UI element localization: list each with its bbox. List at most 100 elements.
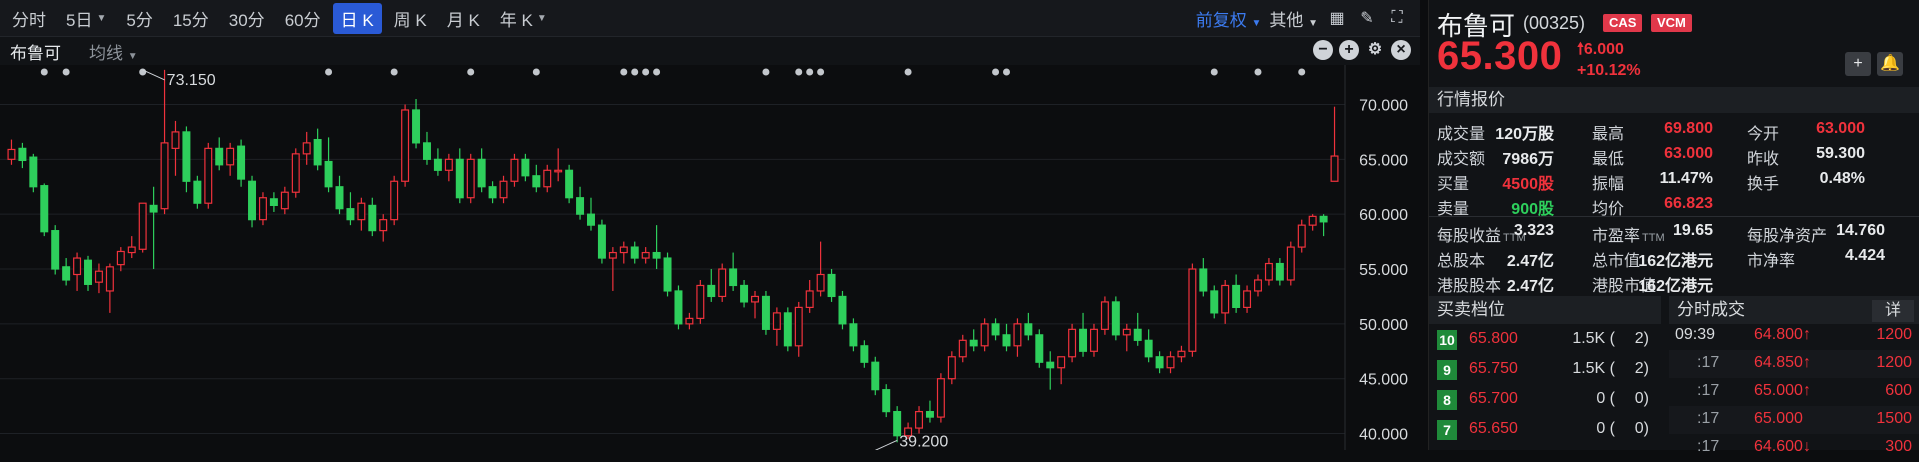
candle-body	[84, 259, 92, 285]
candle-body	[893, 411, 902, 437]
candle-body	[269, 198, 278, 206]
fullscreen-icon[interactable]: ⛶	[1386, 7, 1408, 29]
candle-body	[1308, 215, 1317, 226]
grid-layout-icon[interactable]: ▦	[1326, 7, 1348, 29]
candle-body	[29, 156, 38, 188]
candle-body	[794, 306, 803, 347]
period-tab-8[interactable]: 月 K	[439, 3, 488, 34]
candle-body	[248, 180, 257, 221]
trade-time: :17	[1697, 354, 1720, 371]
level-price: 65.650	[1469, 420, 1518, 437]
period-tab-0[interactable]: 分时	[4, 3, 54, 34]
candle-body	[7, 148, 16, 160]
y-tick-label: 65.000	[1359, 152, 1408, 169]
orderbook-level[interactable]: 10 65.800 1.5K (2)	[1429, 326, 1661, 354]
quote-row: 成交量 120万股 最高 69.800 今开 63.000	[1429, 116, 1919, 143]
candle-body	[1177, 350, 1186, 358]
period-tab-2[interactable]: 5分	[118, 3, 160, 34]
zoom-out-icon[interactable]: −	[1313, 40, 1333, 60]
candle-body	[532, 175, 541, 188]
chevron-down-icon: ▼	[96, 12, 107, 24]
period-tab-9[interactable]: 年 K ▼	[492, 3, 555, 34]
candle-body	[412, 109, 421, 144]
add-watchlist-button[interactable]: +	[1845, 52, 1871, 76]
candle-body	[324, 160, 333, 188]
quote-value: 69.800	[1664, 120, 1713, 137]
event-marker	[817, 68, 825, 76]
event-marker	[653, 68, 661, 76]
settings-gear-icon[interactable]: ⚙	[1365, 40, 1385, 60]
candle-body	[51, 230, 60, 270]
candle-body	[882, 389, 891, 413]
candle-body	[488, 186, 497, 199]
candle-body	[772, 312, 781, 330]
orderbook-level[interactable]: 8 65.700 0 (0)	[1429, 386, 1661, 414]
candle-body	[729, 268, 738, 287]
period-tab-6[interactable]: 日 K	[332, 2, 382, 34]
chart-header: 布鲁可 均线 ▼	[0, 37, 1420, 65]
event-marker	[532, 68, 540, 76]
chart-controls: − + ⚙ ×	[1313, 40, 1411, 60]
event-marker	[806, 68, 814, 76]
candle-body	[18, 147, 27, 162]
candle-body	[1144, 339, 1153, 358]
candle-body	[565, 169, 574, 199]
alert-bell-icon[interactable]: 🔔	[1877, 52, 1903, 76]
candle-body	[641, 251, 650, 259]
chart-background	[0, 65, 1420, 450]
y-tick-label: 55.000	[1359, 262, 1408, 279]
close-icon[interactable]: ×	[1391, 40, 1411, 60]
candle-body	[1275, 262, 1284, 281]
candle-body	[761, 295, 770, 330]
y-tick-label: 40.000	[1359, 427, 1408, 444]
orderbook-level[interactable]: 7 65.650 0 (0)	[1429, 416, 1661, 444]
trade-row: 09:39 64.800↑ 1200	[1669, 322, 1919, 350]
candle-body	[258, 197, 267, 221]
candle-body	[1155, 356, 1164, 369]
trade-qty: 1200	[1876, 354, 1912, 371]
arrow-up-icon: 🠕	[1577, 41, 1584, 58]
period-tab-1[interactable]: 5日 ▼	[58, 3, 114, 34]
candle-body	[718, 268, 727, 298]
candle-body	[1243, 290, 1252, 309]
ma-select[interactable]: 均线 ▼	[89, 39, 138, 64]
level-price: 65.800	[1469, 330, 1518, 347]
other-select[interactable]: 其他 ▼	[1269, 6, 1318, 31]
candlestick-chart[interactable]: 70.000 65.000 60.000 55.000 50.000 45.000 40.0…	[0, 65, 1420, 450]
candle-body	[116, 250, 125, 266]
fundamental-value: 3.323	[1513, 222, 1554, 239]
event-marker	[904, 68, 912, 76]
trade-row: :17 64.850↑ 1200	[1669, 350, 1919, 378]
adjust-select[interactable]: 前复权 ▼	[1196, 6, 1262, 31]
event-marker	[992, 68, 1000, 76]
draw-pen-icon[interactable]: ✎	[1356, 7, 1378, 29]
period-tab-7[interactable]: 周 K	[386, 3, 435, 34]
event-marker	[795, 68, 803, 76]
zoom-in-icon[interactable]: +	[1339, 40, 1359, 60]
period-tab-5[interactable]: 60分	[277, 3, 329, 34]
orderbook-level[interactable]: 9 65.750 1.5K (2)	[1429, 356, 1661, 384]
candle-body	[73, 257, 82, 276]
level-volume: 1.5K (2)	[1572, 330, 1649, 347]
candle-body	[1210, 290, 1219, 314]
event-marker	[1254, 68, 1262, 76]
divider	[1429, 216, 1919, 217]
period-tab-3[interactable]: 15分	[165, 3, 217, 34]
quote-row: 买量 4500股 振幅 11.47% 换手 0.48%	[1429, 166, 1919, 193]
period-tab-4[interactable]: 30分	[221, 3, 273, 34]
candle-body	[302, 142, 311, 155]
candle-body	[1166, 356, 1175, 369]
vcm-badge: VCM	[1651, 14, 1692, 32]
trade-qty: 1500	[1876, 410, 1912, 427]
candle-body	[652, 251, 661, 259]
level-badge: 9	[1437, 360, 1457, 380]
event-marker	[1003, 68, 1010, 76]
candle-body	[171, 131, 180, 149]
candle-body	[127, 246, 136, 254]
trades-detail-button[interactable]: 详	[1872, 300, 1914, 322]
quote-panel: 布鲁可 (00325) CAS VCM 65.300 🠕6.000 +10.12…	[1428, 0, 1919, 455]
trade-qty: 600	[1885, 382, 1912, 399]
candle-body	[554, 169, 563, 173]
candle-body	[925, 411, 934, 418]
candle-body	[313, 138, 322, 166]
